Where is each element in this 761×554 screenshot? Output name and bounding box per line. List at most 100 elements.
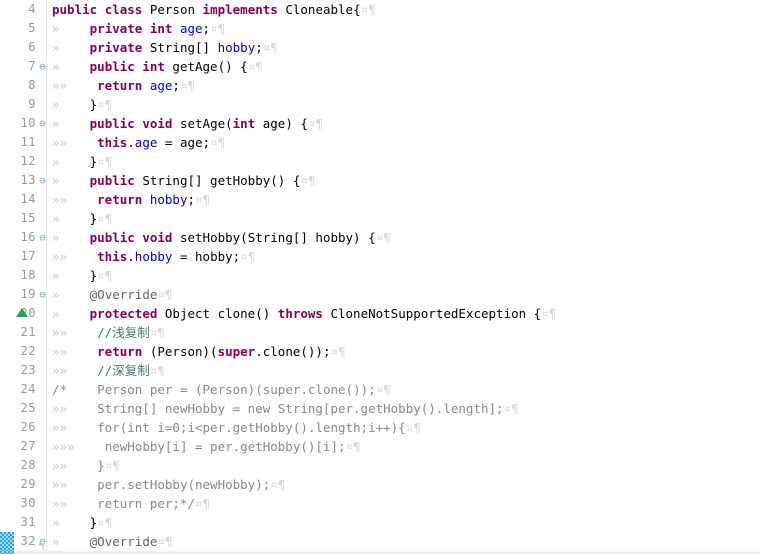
- line-number: 14: [20, 192, 36, 206]
- code-line[interactable]: 10 ⊖ » public void setAge(int age) {¤¶: [0, 114, 761, 133]
- code-line[interactable]: 27 »»» newHobby[i] = per.getHobby()[i];¤¶: [0, 437, 761, 456]
- code-text: »» return per;*/¤¶: [52, 496, 211, 511]
- code-text: » }¤¶: [52, 268, 113, 283]
- code-line[interactable]: 19 ⊖ » @Override¤¶: [0, 285, 761, 304]
- fold-toggle-icon[interactable]: ⊖: [37, 228, 48, 247]
- end-of-line-marker: ¤¶: [240, 249, 256, 264]
- code-text: » private int age;¤¶: [52, 21, 226, 36]
- code-text: »» return hobby;¤¶: [52, 192, 211, 207]
- code-line[interactable]: 15 » }¤¶: [0, 209, 761, 228]
- code-line[interactable]: 18 » }¤¶: [0, 266, 761, 285]
- end-of-line-marker: ¤¶: [195, 496, 211, 511]
- fold-toggle-icon[interactable]: ⊖: [37, 57, 48, 76]
- code-line[interactable]: 7 ⊖ » public int getAge() {¤¶: [0, 57, 761, 76]
- code-text: »» this.age = age;¤¶: [52, 135, 226, 150]
- line-number: 17: [20, 249, 36, 263]
- code-line[interactable]: 29 »» per.setHobby(newHobby);¤¶: [0, 475, 761, 494]
- code-text: » }¤¶: [52, 154, 113, 169]
- change-bar-segment: [0, 532, 14, 551]
- code-text: » }¤¶: [52, 515, 113, 530]
- line-number: 15: [20, 211, 36, 225]
- end-of-line-marker: ¤¶: [210, 21, 226, 36]
- code-text: » }¤¶: [52, 97, 113, 112]
- end-of-line-marker: ¤¶: [345, 439, 361, 454]
- code-text: » private String[] hobby;¤¶: [52, 40, 278, 55]
- code-line[interactable]: 16 ⊖ » public void setHobby(String[] hobby…: [0, 228, 761, 247]
- code-line[interactable]: 11 »» this.age = age;¤¶: [0, 133, 761, 152]
- code-text: » public void setHobby(String[] hobby) {…: [52, 230, 391, 245]
- line-number: 28: [20, 458, 36, 472]
- code-line[interactable]: 17 »» this.hobby = hobby;¤¶: [0, 247, 761, 266]
- line-number: 27: [20, 439, 36, 453]
- code-text: public class Person implements Cloneable…: [52, 2, 376, 17]
- end-of-line-marker: ¤¶: [262, 40, 278, 55]
- line-number: 8: [28, 78, 36, 92]
- code-line[interactable]: 24 /* Person per = (Person)(super.clone()…: [0, 380, 761, 399]
- end-of-line-marker: ¤¶: [179, 78, 196, 93]
- fold-toggle-icon[interactable]: ⊖: [37, 285, 48, 304]
- line-number: 30: [20, 496, 36, 510]
- bottom-fold-icon[interactable]: ↰: [38, 540, 45, 553]
- code-text: »» //深复制¤¶: [52, 363, 165, 378]
- code-text: » public String[] getHobby() {¤¶: [52, 173, 316, 188]
- end-of-line-marker: ¤¶: [210, 135, 226, 150]
- code-line[interactable]: 13 ⊖ » public String[] getHobby() {¤¶: [0, 171, 761, 190]
- code-line[interactable]: 22 »» return (Person)(super.clone());¤¶: [0, 342, 761, 361]
- code-line[interactable]: 9 » }¤¶: [0, 95, 761, 114]
- code-line[interactable]: 5 » private int age;¤¶: [0, 19, 761, 38]
- code-line[interactable]: 4 public class Person implements Cloneabl…: [0, 0, 761, 19]
- end-of-line-marker: ¤¶: [503, 401, 519, 416]
- end-of-line-marker: ¤¶: [157, 287, 173, 302]
- end-of-line-marker: ¤¶: [195, 192, 211, 207]
- code-lines-container[interactable]: 4 public class Person implements Cloneabl…: [0, 0, 761, 554]
- end-of-line-marker: ¤¶: [97, 97, 113, 112]
- code-text: » protected Object clone() throws CloneN…: [52, 306, 557, 321]
- line-number: 7: [28, 59, 36, 73]
- end-of-line-marker: ¤¶: [330, 344, 346, 359]
- fold-toggle-icon[interactable]: ⊖: [37, 114, 48, 133]
- line-number: 24: [20, 382, 36, 396]
- end-of-line-marker: ¤¶: [149, 363, 165, 378]
- code-line[interactable]: 31 » }¤¶: [0, 513, 761, 532]
- code-text: »»» newHobby[i] = per.getHobby()[i];¤¶: [52, 439, 361, 454]
- code-text: » public void setAge(int age) {¤¶: [52, 116, 323, 131]
- code-line[interactable]: 28 »» }¤¶: [0, 456, 761, 475]
- end-of-line-marker: ¤¶: [405, 420, 421, 435]
- code-line[interactable]: 26 »» for(int i=0;i<per.getHobby().length…: [0, 418, 761, 437]
- code-text: »» return age;¤¶: [52, 78, 196, 93]
- code-line[interactable]: 23 »» //深复制¤¶: [0, 361, 761, 380]
- code-line[interactable]: 32 ⊖» @Override¤¶: [0, 532, 761, 551]
- code-line[interactable]: 20» protected Object clone() throws Clon…: [0, 304, 761, 323]
- end-of-line-marker: ¤¶: [149, 325, 165, 340]
- end-of-line-marker: ¤¶: [104, 458, 120, 473]
- override-marker-icon[interactable]: [16, 308, 28, 317]
- code-text: » }¤¶: [52, 211, 113, 226]
- code-line[interactable]: 21 »» //浅复制¤¶: [0, 323, 761, 342]
- line-number: 12: [20, 154, 36, 168]
- end-of-line-marker: ¤¶: [307, 116, 323, 131]
- line-number: 18: [20, 268, 36, 282]
- code-text: »» this.hobby = hobby;¤¶: [52, 249, 256, 264]
- end-of-line-marker: ¤¶: [300, 173, 316, 188]
- line-number: 21: [20, 325, 36, 339]
- code-text: »» String[] newHobby = new String[per.ge…: [52, 401, 519, 416]
- line-number: 31: [20, 515, 36, 529]
- code-line[interactable]: 6 » private String[] hobby;¤¶: [0, 38, 761, 57]
- code-line[interactable]: 30 »» return per;*/¤¶: [0, 494, 761, 513]
- code-line[interactable]: 12 » }¤¶: [0, 152, 761, 171]
- fold-toggle-icon[interactable]: ⊖: [37, 171, 48, 190]
- code-text: »» per.setHobby(newHobby);¤¶: [52, 477, 286, 492]
- end-of-line-marker: ¤¶: [541, 306, 557, 321]
- line-number: 5: [28, 21, 36, 35]
- code-text: /* Person per = (Person)(super.clone());…: [52, 382, 391, 397]
- line-number: 25: [20, 401, 36, 415]
- code-line[interactable]: 8 »» return age;¤¶: [0, 76, 761, 95]
- line-number: 23: [20, 363, 36, 377]
- code-line[interactable]: 14 »» return hobby;¤¶: [0, 190, 761, 209]
- code-text: »» }¤¶: [52, 458, 120, 473]
- end-of-line-marker: ¤¶: [97, 515, 113, 530]
- code-line[interactable]: 25 »» String[] newHobby = new String[per.…: [0, 399, 761, 418]
- code-editor[interactable]: 4 public class Person implements Cloneabl…: [0, 0, 761, 554]
- end-of-line-marker: ¤¶: [97, 211, 113, 226]
- line-number: 6: [28, 40, 36, 54]
